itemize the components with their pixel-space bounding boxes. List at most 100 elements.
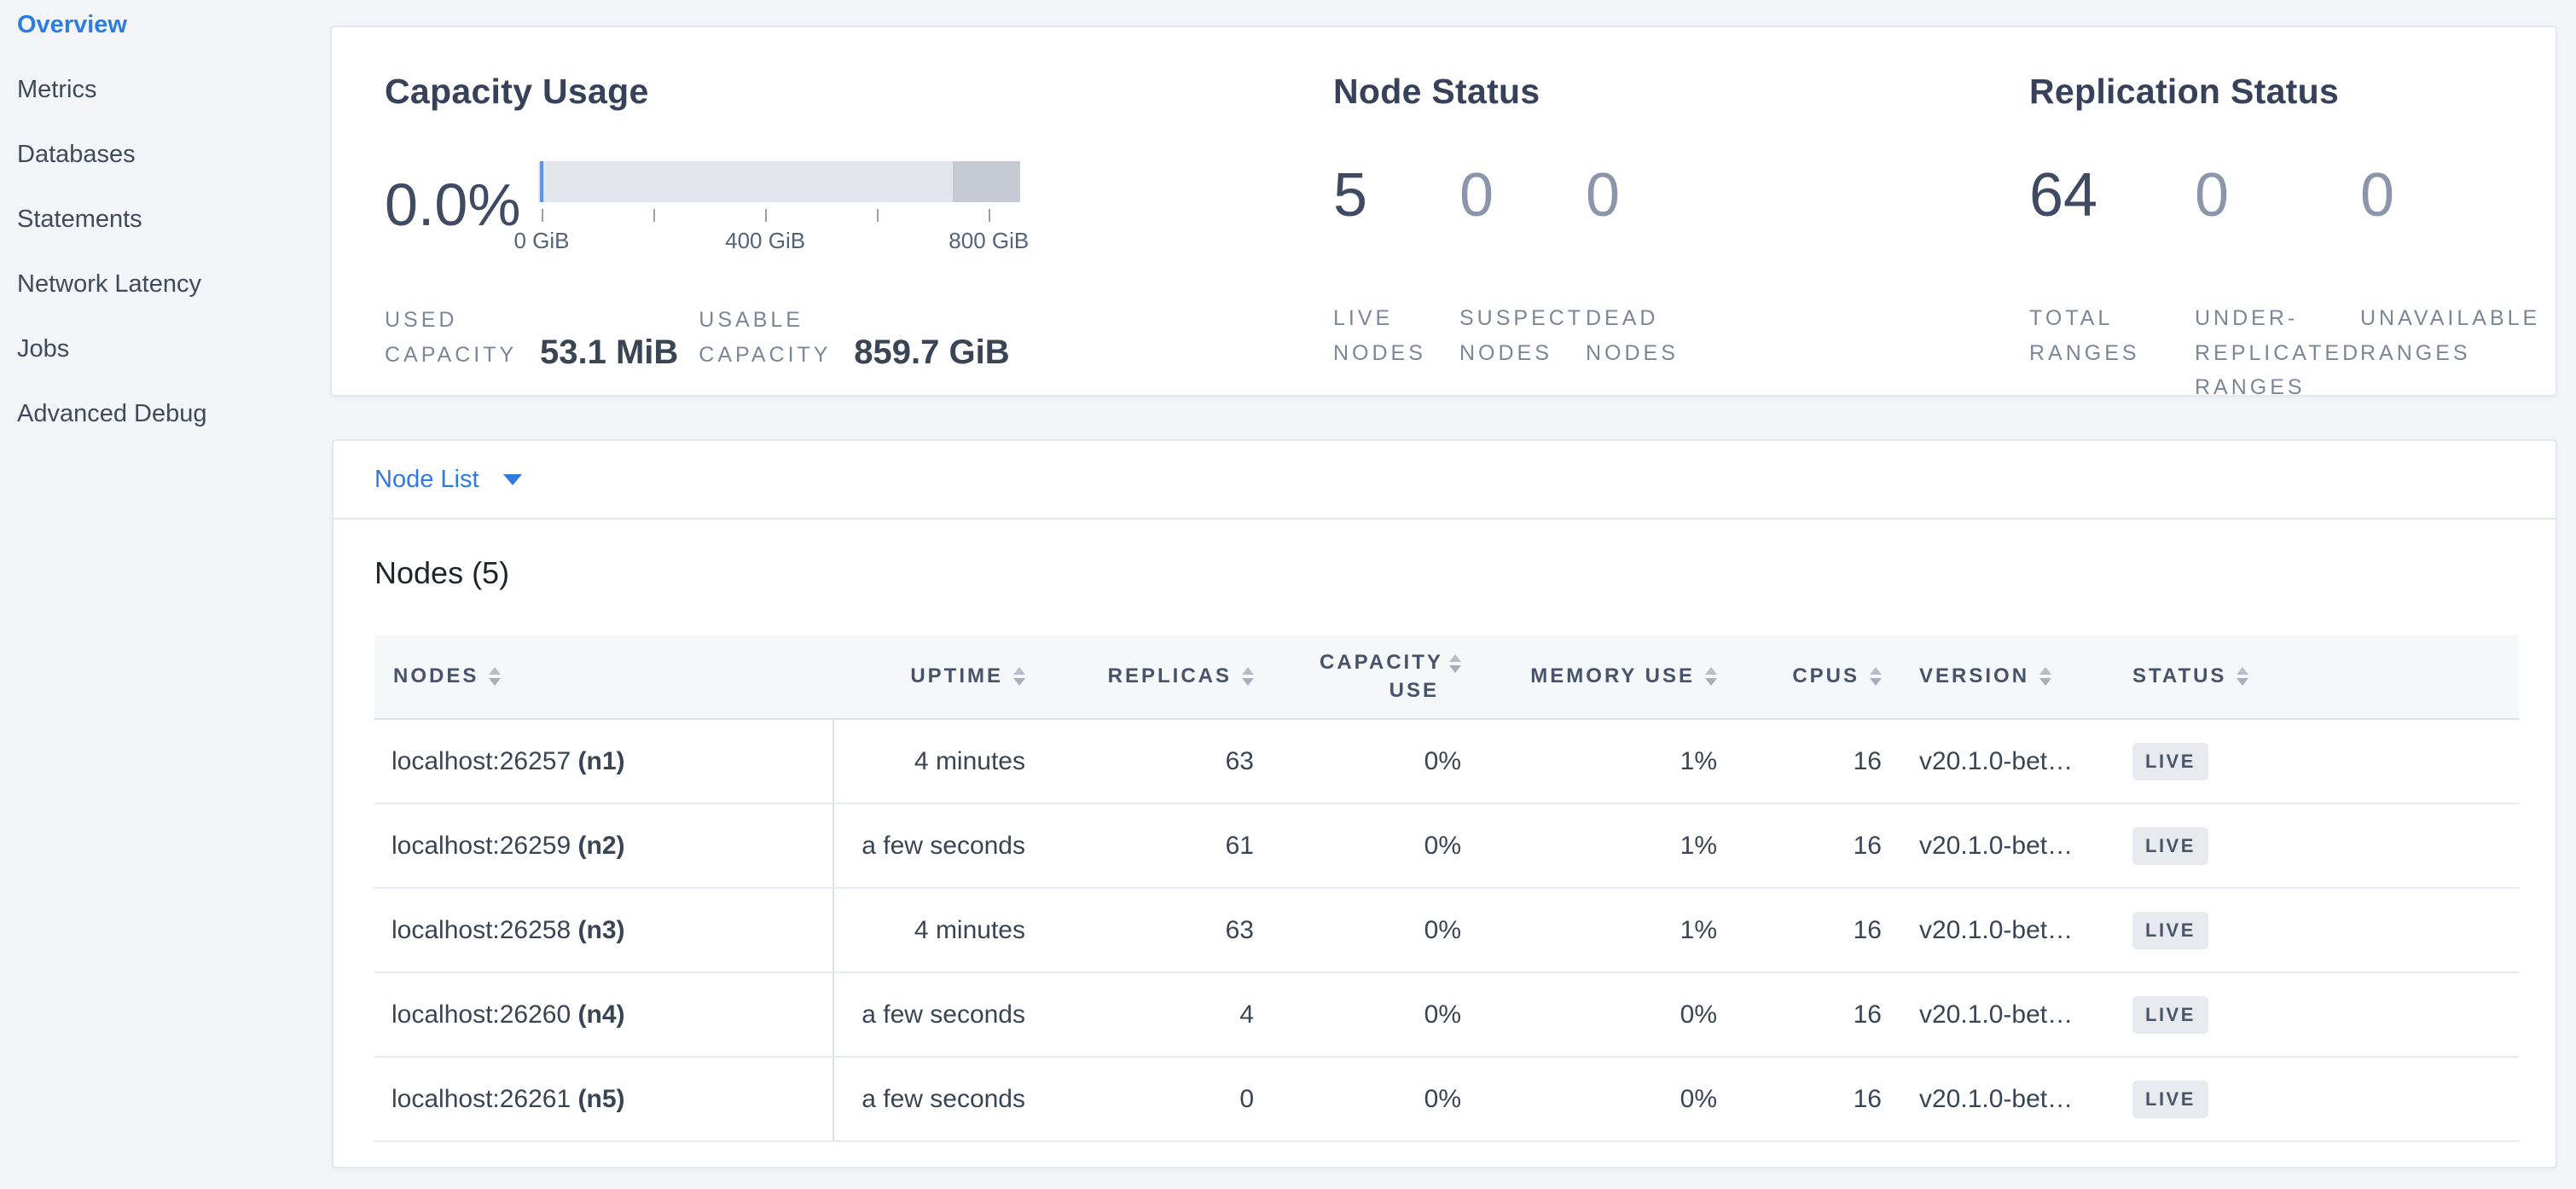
column-header-capacity-use[interactable]: CAPACITY USE xyxy=(1273,635,1480,719)
node-list-body: Nodes (5) NODES UPTIME REPLICAS CAPACITY US… xyxy=(334,555,2556,1142)
cell-capacity-use: 0% xyxy=(1273,888,1480,972)
column-header-label: VERSION xyxy=(1919,663,2029,690)
cell-cpus: 16 xyxy=(1736,972,1900,1057)
cell-uptime: a few seconds xyxy=(833,972,1044,1057)
sidebar-item-metrics[interactable]: Metrics xyxy=(0,57,331,122)
sidebar-item-databases[interactable]: Databases xyxy=(0,122,331,187)
column-header-nodes[interactable]: NODES xyxy=(374,635,833,719)
cell-status: LIVE xyxy=(2114,888,2519,972)
table-row[interactable]: localhost:26260 (n4)a few seconds40%0%16… xyxy=(374,972,2519,1057)
cell-node: localhost:26257 (n1) xyxy=(374,719,833,803)
cell-version: v20.1.0-bet… xyxy=(1900,719,2114,803)
nodes-table-body: localhost:26257 (n1)4 minutes630%1%16v20… xyxy=(374,719,2519,1141)
cell-uptime: a few seconds xyxy=(833,1057,1044,1141)
cell-uptime: 4 minutes xyxy=(833,719,1044,803)
replication-status-title: Replication Status xyxy=(2029,72,2556,112)
node-address: localhost:26261 xyxy=(392,1085,578,1113)
node-list-selector[interactable]: Node List xyxy=(374,466,522,494)
stat-label: DEAD NODES xyxy=(1586,301,1712,370)
column-header-status[interactable]: STATUS xyxy=(2114,635,2519,719)
stat-value: 0 xyxy=(2360,165,2526,226)
axis-tick-label: 800 GiB xyxy=(949,228,1029,254)
cell-cpus: 16 xyxy=(1736,719,1900,803)
stat-value: 0 xyxy=(1459,165,1586,226)
axis-tick-label: 0 GiB xyxy=(513,228,569,254)
table-row[interactable]: localhost:26261 (n5)a few seconds00%0%16… xyxy=(374,1057,2519,1141)
sort-arrows-icon xyxy=(2237,667,2248,686)
column-header-memory-use[interactable]: MEMORY USE xyxy=(1480,635,1736,719)
cell-replicas: 61 xyxy=(1044,803,1273,888)
stat-label: TOTAL RANGES xyxy=(2029,301,2195,370)
nodes-table-header-row: NODES UPTIME REPLICAS CAPACITY USE MEMORY US… xyxy=(374,635,2519,719)
sidebar-item-statements[interactable]: Statements xyxy=(0,187,331,252)
capacity-usage-title: Capacity Usage xyxy=(385,72,1333,112)
cell-cpus: 16 xyxy=(1736,1057,1900,1141)
column-header-cpus[interactable]: CPUS xyxy=(1736,635,1900,719)
sort-arrows-icon xyxy=(2039,667,2051,686)
table-row[interactable]: localhost:26259 (n2)a few seconds610%1%1… xyxy=(374,803,2519,888)
node-status-stats: 5LIVE NODES0SUSPECT NODES0DEAD NODES xyxy=(1333,165,2029,370)
sort-arrows-icon xyxy=(1013,667,1025,686)
replication-status-panel: Replication Status 64TOTAL RANGES0UNDER-… xyxy=(2029,72,2556,395)
column-header-label: UPTIME xyxy=(910,663,1003,690)
cell-capacity-use: 0% xyxy=(1273,972,1480,1057)
status-badge: LIVE xyxy=(2132,743,2208,780)
stat-value: 5 xyxy=(1333,165,1459,226)
table-row[interactable]: localhost:26258 (n3)4 minutes630%1%16v20… xyxy=(374,888,2519,972)
sidebar: OverviewMetricsDatabasesStatementsNetwor… xyxy=(0,0,331,1181)
column-header-label: CAPACITY USE xyxy=(1320,649,1439,705)
cell-replicas: 63 xyxy=(1044,888,1273,972)
capacity-stat-usable-capacity: USABLE CAPACITY859.7 GiB xyxy=(699,303,1009,372)
capacity-stat-used-capacity: USED CAPACITY53.1 MiB xyxy=(385,303,678,372)
sidebar-item-network-latency[interactable]: Network Latency xyxy=(0,252,331,316)
column-header-replicas[interactable]: REPLICAS xyxy=(1044,635,1273,719)
cell-replicas: 0 xyxy=(1044,1057,1273,1141)
cell-capacity-use: 0% xyxy=(1273,803,1480,888)
nodes-table: NODES UPTIME REPLICAS CAPACITY USE MEMORY US… xyxy=(374,635,2519,1142)
column-header-label: REPLICAS xyxy=(1108,663,1232,690)
chevron-down-icon xyxy=(503,474,522,485)
sort-arrows-icon xyxy=(1870,667,1882,686)
sort-arrows-icon xyxy=(1449,654,1461,673)
stat-value: 53.1 MiB xyxy=(540,334,678,372)
cell-cpus: 16 xyxy=(1736,888,1900,972)
status-badge: LIVE xyxy=(2132,996,2208,1034)
column-header-uptime[interactable]: UPTIME xyxy=(833,635,1044,719)
stat-value: 859.7 GiB xyxy=(854,334,1009,372)
column-header-version[interactable]: VERSION xyxy=(1900,635,2114,719)
sidebar-item-jobs[interactable]: Jobs xyxy=(0,316,331,381)
stat-value: 0 xyxy=(2195,165,2360,226)
node-id: (n1) xyxy=(578,747,625,775)
stat-unavailable-ranges: 0UNAVAILABLE RANGES xyxy=(2360,165,2526,405)
node-id: (n3) xyxy=(578,916,625,944)
node-address: localhost:26260 xyxy=(392,1000,578,1029)
stat-label: UNDER-REPLICATED RANGES xyxy=(2195,301,2360,405)
node-id: (n5) xyxy=(578,1085,625,1113)
capacity-bar-chart: 0 GiB400 GiB800 GiB xyxy=(538,161,1020,252)
replication-stats: 64TOTAL RANGES0UNDER-REPLICATED RANGES0U… xyxy=(2029,165,2556,405)
axis-tick xyxy=(989,209,990,222)
status-badge: LIVE xyxy=(2132,912,2208,949)
cell-node: localhost:26259 (n2) xyxy=(374,803,833,888)
node-id: (n2) xyxy=(578,832,625,860)
nodes-table-title: Nodes (5) xyxy=(374,555,2515,591)
sidebar-item-overview[interactable]: Overview xyxy=(0,0,331,57)
sort-arrows-icon xyxy=(1705,667,1717,686)
table-row[interactable]: localhost:26257 (n1)4 minutes630%1%16v20… xyxy=(374,719,2519,803)
node-list-header: Node List xyxy=(334,441,2556,519)
capacity-usage-panel: Capacity Usage 0.0% 0 GiB400 GiB800 GiB … xyxy=(385,72,1333,395)
stat-label: USABLE CAPACITY xyxy=(699,303,850,372)
cell-status: LIVE xyxy=(2114,1057,2519,1141)
cell-node: localhost:26258 (n3) xyxy=(374,888,833,972)
cell-memory-use: 1% xyxy=(1480,888,1736,972)
capacity-axis: 0 GiB400 GiB800 GiB xyxy=(538,202,1020,252)
cell-node: localhost:26260 (n4) xyxy=(374,972,833,1057)
column-header-label: MEMORY USE xyxy=(1530,663,1695,690)
column-header-label: CPUS xyxy=(1792,663,1859,690)
sort-arrows-icon xyxy=(489,667,501,686)
sidebar-item-advanced-debug[interactable]: Advanced Debug xyxy=(0,381,331,446)
capacity-stats: USED CAPACITY53.1 MiB USABLE CAPACITY859.… xyxy=(385,303,1333,372)
node-address: localhost:26257 xyxy=(392,747,578,775)
node-status-title: Node Status xyxy=(1333,72,2029,112)
sort-arrows-icon xyxy=(1242,667,1254,686)
